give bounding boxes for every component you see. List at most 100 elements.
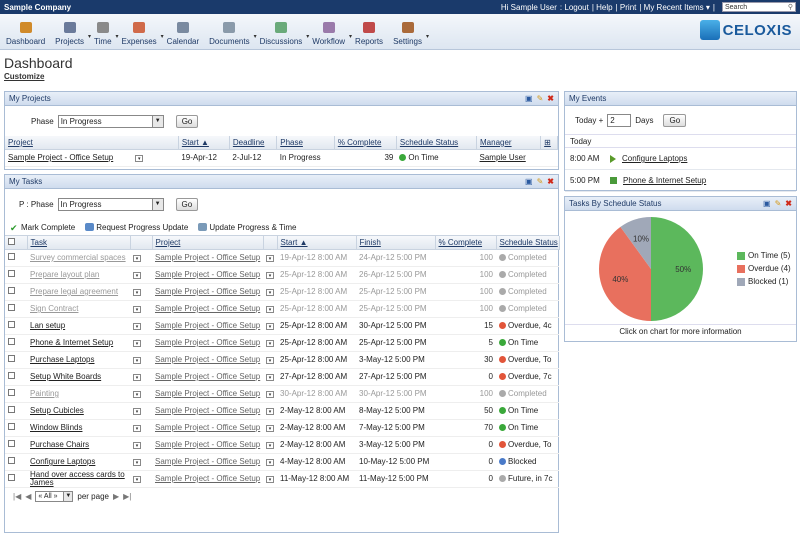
print-link[interactable]: | Print <box>616 3 637 12</box>
toolbar-discussions-button[interactable]: Discussions ▾ <box>256 22 309 49</box>
task-menu-cell[interactable]: ▾ <box>130 283 152 301</box>
task-link[interactable]: Hand over access cards to James <box>30 470 125 486</box>
row-menu-icon[interactable]: ▾ <box>266 391 274 398</box>
manager-link[interactable]: Sample User <box>480 153 526 162</box>
finish-column-header[interactable]: Finish <box>356 236 436 250</box>
task-project-link[interactable]: Sample Project - Office Setup <box>155 304 260 313</box>
select-all-checkbox[interactable] <box>8 237 15 245</box>
days-input[interactable]: 2 <box>607 113 632 127</box>
task-checkbox[interactable] <box>8 423 15 430</box>
row-menu-icon[interactable]: ▾ <box>133 459 141 466</box>
prev-page-icon[interactable]: ◀ <box>25 492 31 501</box>
close-icon[interactable]: ✖ <box>547 177 554 186</box>
row-menu-icon[interactable]: ▾ <box>266 306 274 313</box>
task-project-cell[interactable]: Sample Project - Office Setup <box>152 249 263 267</box>
project-manager[interactable]: Sample User <box>476 149 541 167</box>
task-checkbox[interactable] <box>8 372 15 379</box>
task-project-link[interactable]: Sample Project - Office Setup <box>155 406 260 415</box>
save-icon[interactable]: ▣ <box>763 199 771 208</box>
project-menu-cell[interactable]: ▾ <box>263 436 277 454</box>
task-project-link[interactable]: Sample Project - Office Setup <box>155 270 260 279</box>
start-column-header[interactable]: Start ▲ <box>277 236 357 250</box>
project-menu-cell[interactable]: ▾ <box>263 334 277 352</box>
row-menu-icon[interactable]: ▾ <box>133 391 141 398</box>
task-name-cell[interactable]: Setup White Boards <box>27 368 130 386</box>
row-menu-icon[interactable]: ▾ <box>133 323 141 330</box>
status-column-header[interactable]: Schedule Status <box>496 236 560 250</box>
legend-item[interactable]: On Time (5) <box>737 251 791 260</box>
toolbar-documents-button[interactable]: Documents ▾ <box>205 22 257 49</box>
task-select-cell[interactable] <box>5 351 27 369</box>
row-menu-icon[interactable]: ▾ <box>266 442 274 449</box>
task-project-link[interactable]: Sample Project - Office Setup <box>155 474 260 483</box>
task-checkbox[interactable] <box>8 474 15 481</box>
task-select-cell[interactable] <box>5 266 27 284</box>
project-menu-cell[interactable]: ▾ <box>263 351 277 369</box>
task-project-cell[interactable]: Sample Project - Office Setup <box>152 470 263 488</box>
task-checkbox[interactable] <box>8 270 15 277</box>
task-name-cell[interactable]: Hand over access cards to James <box>27 470 130 488</box>
task-select-cell[interactable] <box>5 419 27 437</box>
task-menu-cell[interactable]: ▾ <box>130 368 152 386</box>
task-project-cell[interactable]: Sample Project - Office Setup <box>152 266 263 284</box>
task-select-cell[interactable] <box>5 368 27 386</box>
row-menu-icon[interactable]: ▾ <box>133 357 141 364</box>
events-go-button[interactable]: Go <box>663 113 687 127</box>
row-menu-icon[interactable]: ▾ <box>266 323 274 330</box>
task-select-cell[interactable] <box>5 402 27 420</box>
project-menu-cell[interactable]: ▾ <box>263 385 277 403</box>
pct-column-header[interactable]: % Complete <box>435 236 497 250</box>
task-name-cell[interactable]: Prepare legal agreement <box>27 283 130 301</box>
select-all-header[interactable] <box>5 236 28 250</box>
task-link[interactable]: Setup Cubicles <box>30 406 84 415</box>
chevron-down-icon[interactable]: ▾ <box>426 33 429 40</box>
task-checkbox[interactable] <box>8 355 15 362</box>
project-menu-cell[interactable]: ▾ <box>263 300 277 318</box>
task-project-cell[interactable]: Sample Project - Office Setup <box>152 283 263 301</box>
task-select-cell[interactable] <box>5 300 27 318</box>
row-menu-icon[interactable]: ▾ <box>266 272 274 279</box>
close-icon[interactable]: ✖ <box>547 94 554 103</box>
task-link[interactable]: Setup White Boards <box>30 372 101 381</box>
task-project-cell[interactable]: Sample Project - Office Setup <box>152 453 263 471</box>
event-link[interactable]: Configure Laptops <box>622 154 687 163</box>
row-menu-icon[interactable]: ▾ <box>133 340 141 347</box>
task-menu-cell[interactable]: ▾ <box>130 266 152 284</box>
task-project-link[interactable]: Sample Project - Office Setup <box>155 389 260 398</box>
search-input[interactable]: Search ⚲ <box>722 2 796 12</box>
project-link[interactable]: Sample Project - Office Setup <box>8 153 113 162</box>
task-checkbox[interactable] <box>8 338 15 345</box>
task-project-link[interactable]: Sample Project - Office Setup <box>155 372 260 381</box>
edit-icon[interactable]: ✎ <box>537 94 544 103</box>
toolbar-time-button[interactable]: Time ▾ <box>90 22 119 49</box>
task-name-cell[interactable]: Purchase Chairs <box>27 436 130 454</box>
toolbar-projects-button[interactable]: Projects ▾ <box>51 22 91 49</box>
task-link[interactable]: Prepare layout plan <box>30 270 99 279</box>
recent-items-link[interactable]: | My Recent Items ▾ <box>639 3 710 12</box>
row-menu-icon[interactable]: ▾ <box>266 459 274 466</box>
edit-icon[interactable]: ✎ <box>775 199 782 208</box>
task-name-cell[interactable]: Painting <box>27 385 130 403</box>
pie-chart[interactable]: 50% 40% 10% <box>585 211 725 325</box>
row-menu-icon[interactable]: ▾ <box>133 425 141 432</box>
update-progress-button[interactable]: Update Progress & Time <box>198 222 296 232</box>
task-project-link[interactable]: Sample Project - Office Setup <box>155 253 260 262</box>
task-link[interactable]: Configure Laptops <box>30 457 95 466</box>
row-menu-icon[interactable]: ▾ <box>266 408 274 415</box>
first-page-icon[interactable]: |◀ <box>13 492 21 501</box>
task-select-cell[interactable] <box>5 453 27 471</box>
task-column-header[interactable]: Task <box>27 236 131 250</box>
task-select-cell[interactable] <box>5 334 27 352</box>
customize-link[interactable]: Customize <box>4 72 44 81</box>
search-icon[interactable]: ⚲ <box>788 3 793 11</box>
project-menu-cell[interactable]: ▾ <box>263 249 277 267</box>
task-phase-select[interactable]: In Progress ▼ <box>57 197 164 211</box>
task-select-cell[interactable] <box>5 317 27 335</box>
project-column-header[interactable]: Schedule Status <box>396 136 478 150</box>
task-name-cell[interactable]: Sign Contract <box>27 300 130 318</box>
save-icon[interactable]: ▣ <box>525 177 533 186</box>
task-checkbox[interactable] <box>8 321 15 328</box>
task-project-link[interactable]: Sample Project - Office Setup <box>155 423 260 432</box>
task-name-cell[interactable]: Configure Laptops <box>27 453 130 471</box>
task-project-cell[interactable]: Sample Project - Office Setup <box>152 419 263 437</box>
